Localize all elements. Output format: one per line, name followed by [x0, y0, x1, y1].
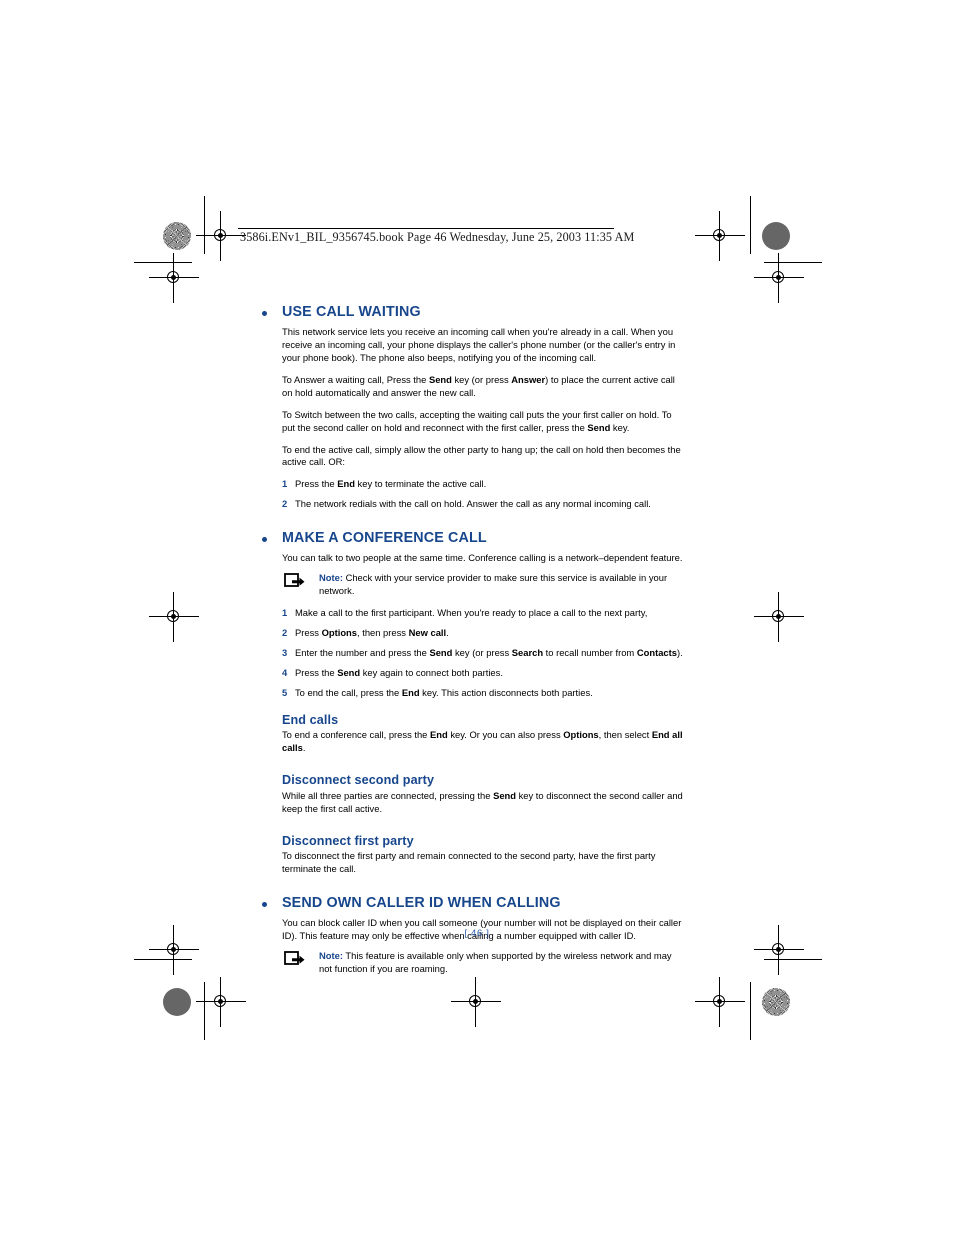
note-callout: Note: This feature is available only whe…: [282, 950, 683, 976]
softkey-answer: Answer: [511, 373, 546, 385]
page-content: USE CALL WAITING This network service le…: [259, 304, 683, 985]
registration-target-right-lower: [754, 925, 804, 975]
document-page: 3586i.ENv1_BIL_9356745.book Page 46 Wedn…: [0, 0, 954, 1235]
registration-target-left-lower: [149, 925, 199, 975]
key-name-send: Send: [337, 666, 361, 678]
step-number: 4: [282, 666, 288, 678]
step-number: 5: [282, 686, 288, 698]
subsection-heading-disconnect-first-party: Disconnect first party: [282, 833, 414, 848]
list-item: 1 Make a call to the first participant. …: [282, 607, 683, 620]
paragraph: To end the active call, simply allow the…: [282, 443, 681, 468]
bullet-icon: [262, 311, 267, 316]
note-callout: Note: Check with your service provider t…: [282, 572, 683, 598]
trim-rule-bottom-right-vertical: [750, 982, 752, 1040]
subsection-heading-disconnect-second-party: Disconnect second party: [282, 773, 435, 788]
bullet-icon: [262, 537, 267, 543]
key-name-end: End: [430, 729, 448, 741]
step-number: 2: [282, 626, 288, 638]
section-body: You can talk to two people at the same t…: [259, 552, 683, 876]
registration-target-left-middle: [149, 592, 199, 642]
registration-target-right-middle: [754, 592, 804, 642]
list-item: 2 Press Options, then press New call.: [282, 626, 449, 638]
menu-item-contacts: Contacts: [636, 646, 677, 658]
list-item: 3 Enter the number and press the Send ke…: [282, 646, 683, 658]
softkey-options: Options: [321, 626, 357, 638]
screen-angle-mark-bottom-right: [762, 988, 790, 1016]
bullet-icon: [262, 902, 267, 908]
note-pointer-icon: [284, 950, 306, 968]
section-use-call-waiting: USE CALL WAITING This network service le…: [259, 304, 683, 512]
trim-rule-right-upper-horizontal: [764, 262, 822, 264]
registration-target-bottom-center: [451, 977, 501, 1027]
trim-rule-top-right-vertical: [750, 196, 752, 254]
book-file-header: 3586i.ENv1_BIL_9356745.book Page 46 Wedn…: [240, 230, 635, 244]
section-body: This network service lets you receive an…: [259, 326, 683, 512]
registration-target-right-upper: [754, 253, 804, 303]
registration-target-top-right: [695, 211, 745, 261]
section-heading-label: MAKE A CONFERENCE CALL: [282, 530, 487, 547]
subsection-spacer: [282, 700, 683, 713]
menu-item-end-all-calls: End all calls: [282, 729, 683, 754]
note-label: Note:: [319, 572, 343, 584]
paragraph: This network service lets you receive an…: [282, 325, 676, 363]
screen-angle-mark-top-left: [163, 222, 191, 250]
solid-density-mark-top-right: [762, 222, 790, 250]
key-name-send: Send: [428, 373, 452, 385]
key-name-end: End: [401, 686, 420, 698]
softkey-search: Search: [511, 646, 544, 658]
key-name-send: Send: [587, 421, 611, 433]
section-body: You can block caller ID when you call so…: [259, 917, 683, 976]
section-heading-label: USE CALL WAITING: [282, 304, 421, 320]
paragraph: To disconnect the first party and remain…: [282, 850, 656, 875]
solid-density-mark-bottom-left: [163, 988, 191, 1016]
list-item: 5 To end the call, press the End key. Th…: [282, 686, 593, 698]
paragraph: You can talk to two people at the same t…: [282, 552, 683, 564]
section-heading: USE CALL WAITING: [259, 304, 683, 321]
list-item: 1 Press the End key to terminate the act…: [282, 478, 487, 490]
trim-rule-left-upper-horizontal: [134, 262, 192, 264]
step-number: 1: [282, 607, 288, 618]
registration-target-left-upper: [149, 253, 199, 303]
section-heading: MAKE A CONFERENCE CALL: [259, 531, 683, 547]
list-item: 4 Press the Send key again to connect bo…: [282, 666, 503, 678]
step-text: Make a call to the first participant. Wh…: [295, 607, 648, 618]
key-name-send: Send: [429, 646, 453, 658]
paragraph: To Switch between the two calls, accepti…: [282, 408, 672, 433]
section-heading-label: SEND OWN CALLER ID WHEN CALLING: [282, 895, 561, 912]
note-body: Check with your service provider to make…: [319, 572, 668, 597]
subsection-heading-end-calls: End calls: [282, 712, 339, 727]
registration-target-bottom-left: [196, 977, 246, 1027]
key-name-end: End: [337, 478, 355, 490]
note-body: This feature is available only when supp…: [319, 949, 672, 974]
step-list: 1 Press the End key to terminate the act…: [282, 478, 683, 511]
registration-target-bottom-right: [695, 977, 745, 1027]
note-text: Note: Check with your service provider t…: [319, 572, 683, 598]
step-text: The network redials with the call on hol…: [295, 498, 651, 510]
softkey-options: Options: [563, 729, 599, 741]
note-text: Note: This feature is available only whe…: [319, 950, 683, 976]
registration-target-top-left: [196, 211, 246, 261]
note-pointer-icon: [284, 573, 306, 590]
step-number: 1: [282, 478, 288, 490]
section-heading: SEND OWN CALLER ID WHEN CALLING: [259, 895, 683, 912]
subsection-spacer: [282, 825, 683, 834]
header-rule: [238, 228, 614, 230]
paragraph: To end a conference call, press the End …: [282, 729, 683, 754]
page-number: [ 46 ]: [464, 928, 490, 939]
subsection-spacer: [282, 764, 683, 773]
list-item: 2 The network redials with the call on h…: [282, 498, 683, 511]
paragraph: To Answer a waiting call, Press the Send…: [282, 373, 675, 398]
trim-rule-top-left-vertical: [204, 196, 206, 254]
step-list: 1 Make a call to the first participant. …: [282, 607, 683, 700]
note-label: Note:: [319, 949, 343, 961]
trim-rule-bottom-left-vertical: [204, 982, 206, 1040]
step-number: 3: [282, 646, 288, 658]
paragraph: While all three parties are connected, p…: [282, 789, 683, 814]
key-name-send: Send: [493, 789, 516, 801]
menu-item-new-call: New call: [408, 626, 447, 638]
step-number: 2: [282, 498, 288, 510]
section-make-a-conference-call: MAKE A CONFERENCE CALL You can talk to t…: [259, 531, 683, 876]
